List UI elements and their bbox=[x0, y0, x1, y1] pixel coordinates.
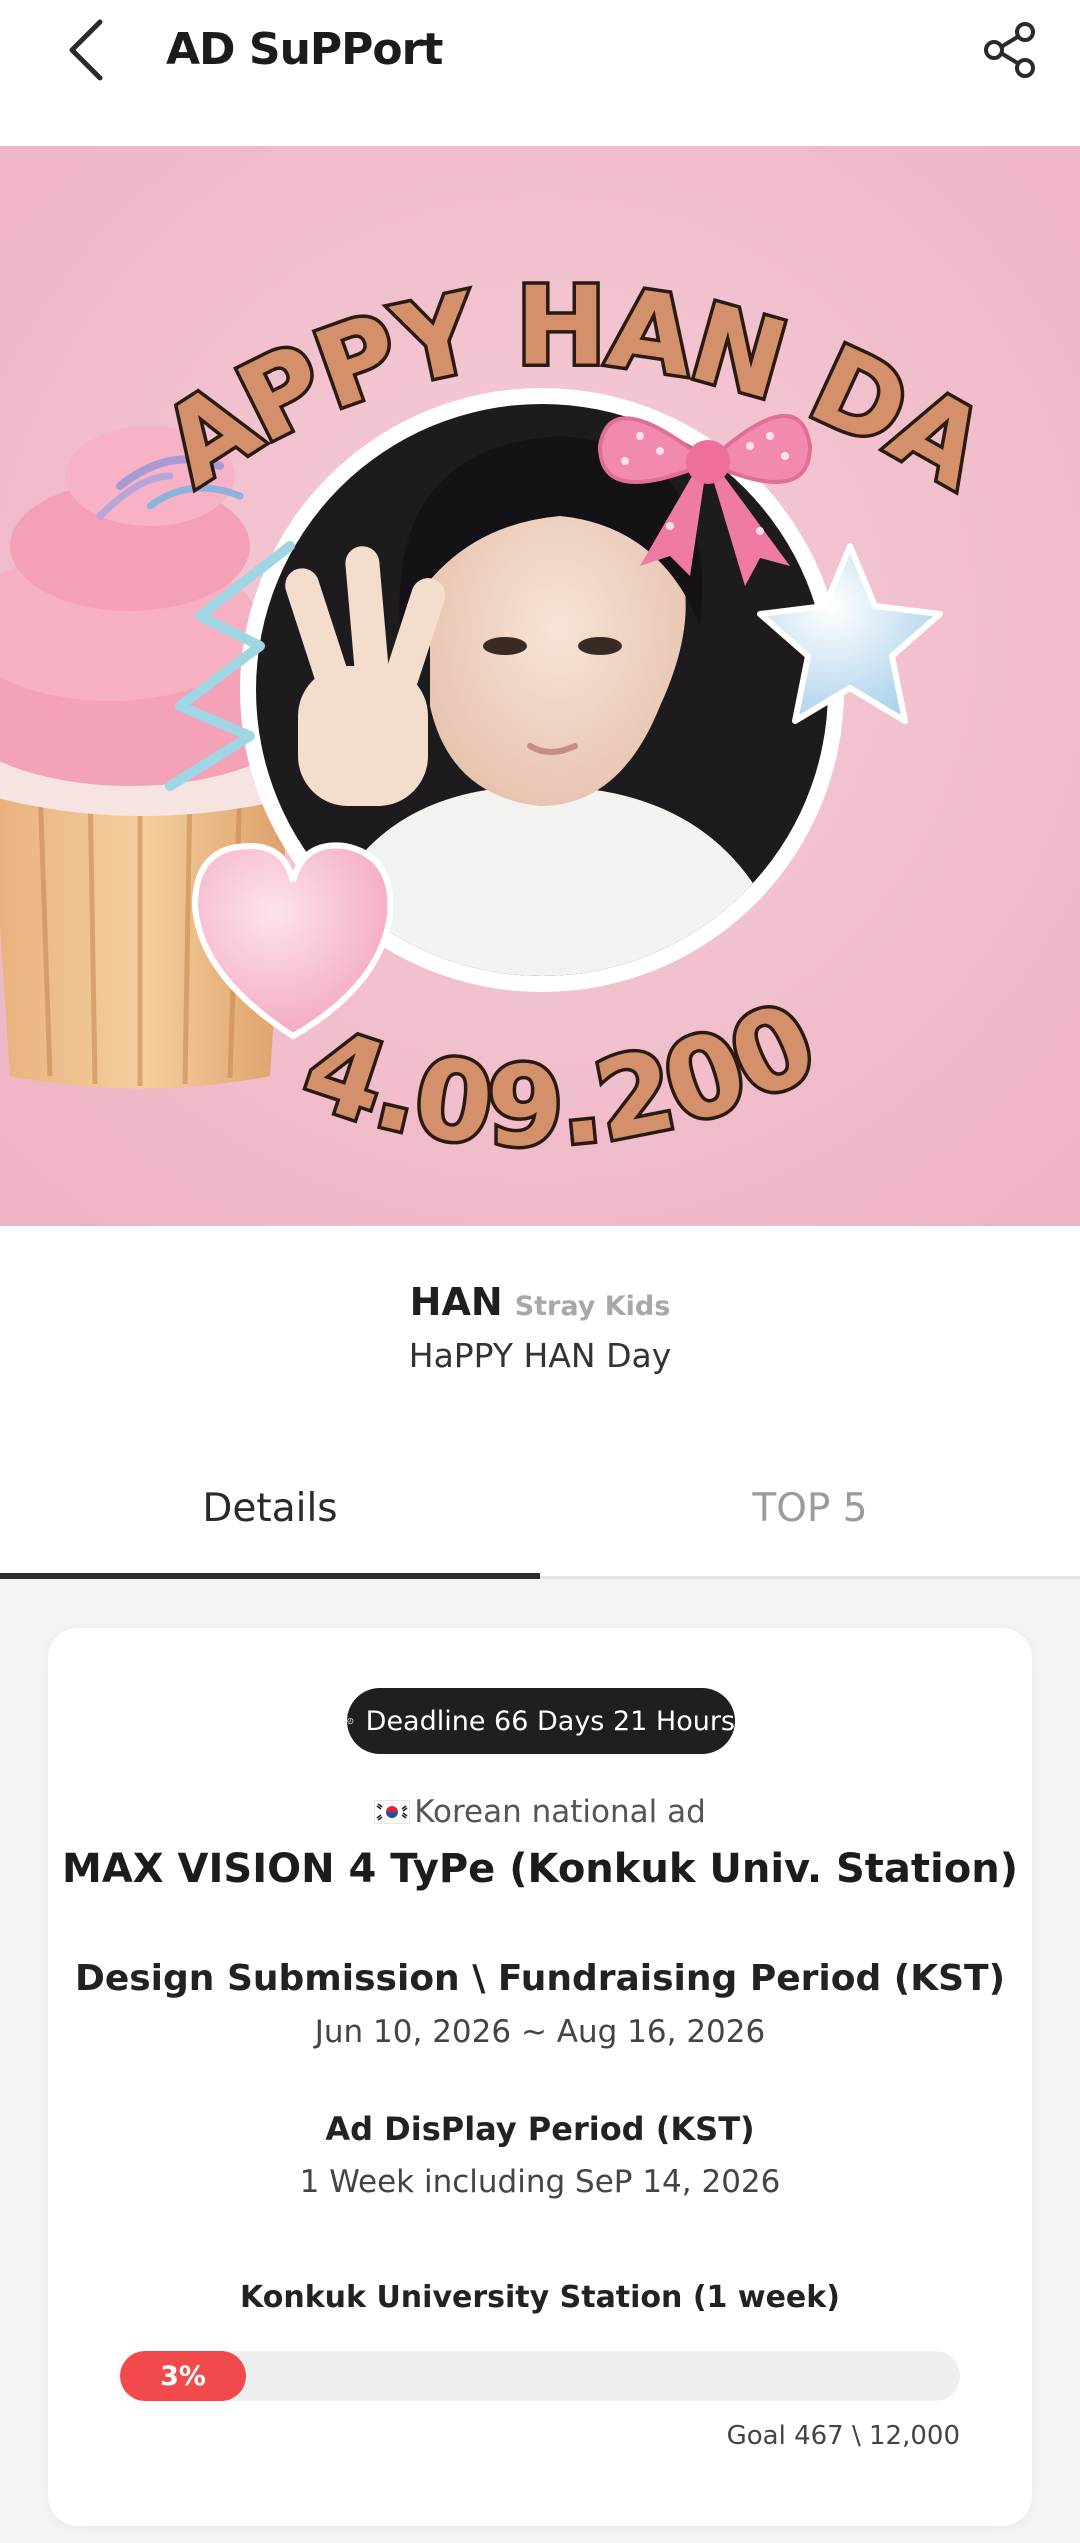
project-title: HaPPY HAN Day bbox=[408, 1336, 672, 1375]
app-header: AD SuPPort bbox=[0, 0, 1080, 146]
artist-name[interactable]: HAN bbox=[410, 1280, 503, 1324]
artist-line: HAN Stray Kids bbox=[0, 1280, 1080, 1324]
group-name[interactable]: Stray Kids bbox=[515, 1291, 671, 1322]
clock-icon bbox=[347, 1718, 354, 1724]
share-icon bbox=[984, 22, 1035, 78]
funding-progress-bar: 3% bbox=[120, 2351, 960, 2401]
deadline-text: Deadline 66 Days 21 Hours bbox=[365, 1705, 735, 1737]
display-period: 1 Week including SeP 14, 2026 bbox=[299, 2164, 781, 2200]
display-period-title: Ad DisPlay Period (KST) bbox=[325, 2110, 755, 2148]
goal-text: Goal 467 \ 12,000 bbox=[726, 2421, 960, 2451]
page-title: AD SuPPort bbox=[166, 24, 443, 75]
location-title: Konkuk University Station (1 week) bbox=[240, 2280, 840, 2315]
ad-name: MAX VISION 4 TyPe (Konkuk Univ. Station) bbox=[62, 1846, 1018, 1892]
chevron-left-icon bbox=[69, 19, 103, 81]
back-button[interactable] bbox=[56, 14, 116, 86]
ad-country: Korean national ad bbox=[48, 1794, 1032, 1830]
tab-details[interactable]: Details bbox=[0, 1440, 540, 1576]
share-button[interactable] bbox=[970, 12, 1050, 88]
ad-detail-card: Deadline 66 Days 21 Hours Korean nationa… bbox=[48, 1628, 1032, 2526]
funding-progress-label: 3% bbox=[160, 2360, 206, 2392]
korea-flag-icon bbox=[374, 1800, 411, 1824]
deadline-badge: Deadline 66 Days 21 Hours bbox=[347, 1688, 735, 1754]
banner-artwork: HAPPY HAN DAY 14.09.2000 bbox=[0, 146, 1080, 1226]
event-banner: HAPPY HAN DAY 14.09.2000 bbox=[0, 146, 1080, 1226]
fundraising-title: Design Submission \ Fundraising Period (… bbox=[74, 1958, 1006, 1999]
fundraising-period: Jun 10, 2026 ~ Aug 16, 2026 bbox=[314, 2014, 766, 2050]
tab-top5[interactable]: TOP 5 bbox=[540, 1440, 1080, 1576]
ad-country-text: Korean national ad bbox=[414, 1794, 706, 1830]
tab-bar: Details TOP 5 bbox=[0, 1440, 1080, 1579]
funding-progress-fill: 3% bbox=[120, 2351, 246, 2401]
active-tab-indicator bbox=[0, 1573, 540, 1579]
